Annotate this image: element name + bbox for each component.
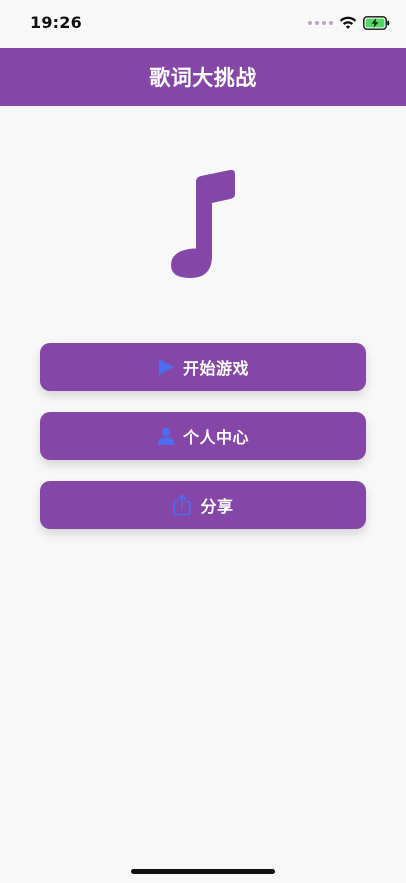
- user-icon: [157, 427, 175, 445]
- share-button[interactable]: 分享: [40, 481, 366, 529]
- share-icon: [172, 494, 192, 516]
- music-note-icon: [166, 168, 242, 280]
- share-label: 分享: [200, 497, 234, 516]
- status-icons: [308, 16, 390, 30]
- play-icon: [157, 358, 175, 376]
- home-indicator[interactable]: [131, 869, 275, 874]
- profile-label: 个人中心: [182, 428, 249, 447]
- wifi-icon: [339, 16, 357, 30]
- status-bar: 19:26: [0, 0, 406, 48]
- battery-charging-icon: [363, 16, 390, 30]
- profile-button[interactable]: 个人中心: [40, 412, 366, 460]
- status-time: 19:26: [30, 13, 82, 32]
- page-title: 歌词大挑战: [149, 66, 257, 90]
- main-menu: 开始游戏 个人中心 分享: [40, 343, 366, 550]
- start-game-label: 开始游戏: [182, 359, 249, 378]
- start-game-button[interactable]: 开始游戏: [40, 343, 366, 391]
- nav-bar: 歌词大挑战: [0, 48, 406, 106]
- signal-dots-icon: [308, 21, 333, 25]
